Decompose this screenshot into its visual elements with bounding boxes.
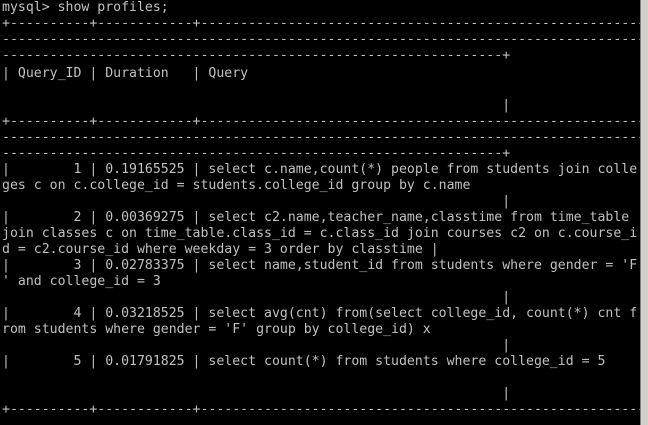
- vertical-scrollbar[interactable]: [640, 0, 648, 425]
- console-line-row: | 2 | 0.00369275 | select c2.name,teache…: [2, 210, 630, 225]
- console-line-row-wrap: d = c2.course_id where weekday = 3 order…: [2, 242, 439, 257]
- console-line-row: | 5 | 0.01791825 | select count(*) from …: [2, 354, 606, 369]
- console-line-row-wrap: join classes c on time_table.class_id = …: [2, 226, 638, 241]
- console-line-row: | 4 | 0.03218525 | select avg(cnt) from(…: [2, 306, 638, 321]
- console-line-table-border: ----------------------------------------…: [2, 130, 640, 145]
- console-line-table-border: +----------+------------+---------------…: [2, 402, 640, 417]
- console-line-table-border: ----------------------------------------…: [2, 48, 511, 63]
- console-line-row-end: |: [2, 290, 511, 305]
- console-line-row-end: |: [2, 338, 511, 353]
- console-line-table-border: ----------------------------------------…: [2, 146, 511, 161]
- console-line-row-end: |: [2, 98, 511, 113]
- console-line-table-border: +----------+------------+---------------…: [2, 114, 640, 129]
- console-line-header: | Query_ID | Duration | Query: [2, 66, 249, 81]
- console-window[interactable]: mysql> show profiles; +----------+------…: [0, 0, 640, 425]
- console-line-row-wrap: rom students where gender = 'F' group by…: [2, 322, 431, 337]
- console-line-row: | 1 | 0.19165525 | select c.name,count(*…: [2, 162, 638, 177]
- console-line-prompt: mysql> show profiles;: [2, 0, 169, 15]
- console-line-row-end: |: [2, 194, 511, 209]
- console-line-table-border: ----------------------------------------…: [2, 32, 640, 47]
- console-line-row-wrap: ' and college_id = 3: [2, 274, 161, 289]
- console-line-row-wrap: ges c on c.college_id = students.college…: [2, 178, 471, 193]
- console-line-table-border: +----------+------------+---------------…: [2, 16, 640, 31]
- console-line-row-end: |: [2, 386, 511, 401]
- console-line-row: | 3 | 0.02783375 | select name,student_i…: [2, 258, 638, 273]
